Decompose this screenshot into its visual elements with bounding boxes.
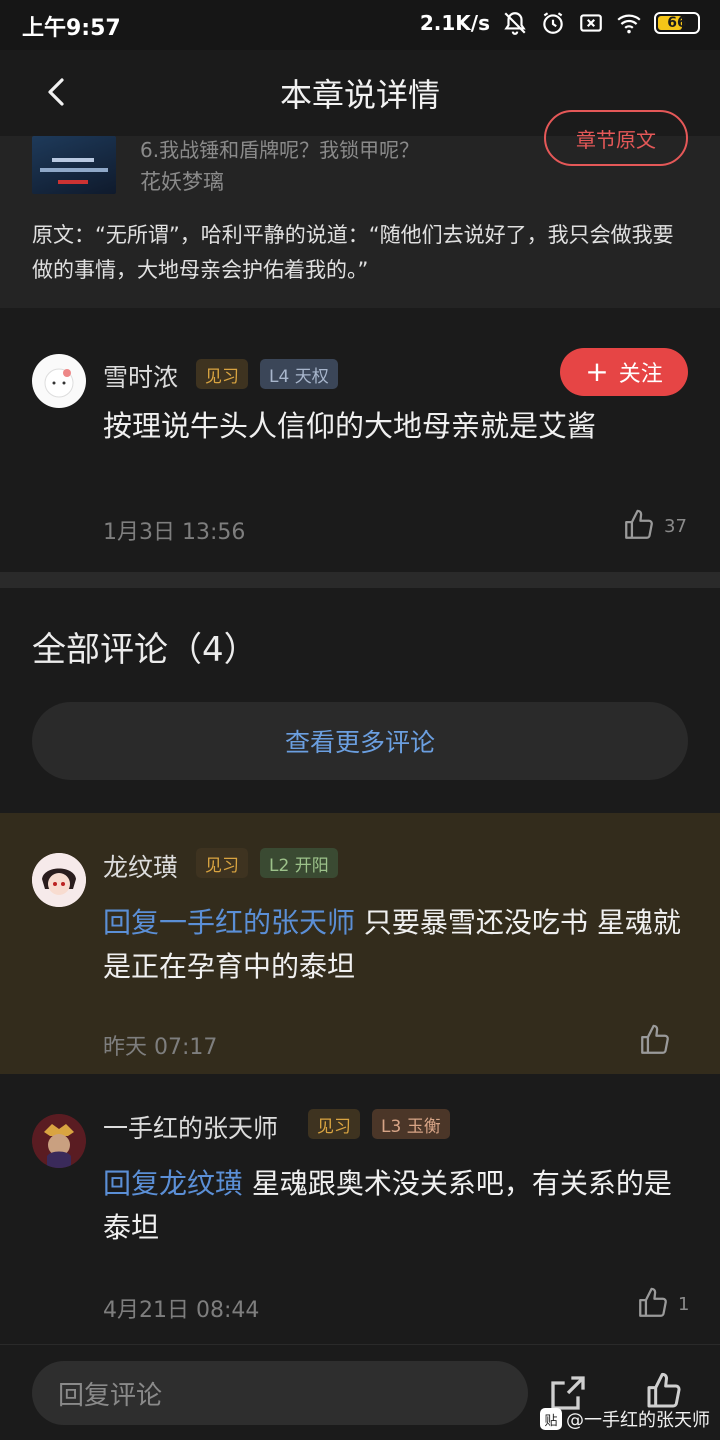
cover-logo	[58, 180, 88, 184]
like-count: 1	[678, 1294, 690, 1315]
original-text: 原文：“无所谓”，哈利平静的说道：“随他们去说好了，我只会做我要做的事情，大地母…	[32, 223, 674, 282]
cover-subtitle-line	[40, 168, 108, 172]
battery-icon: 66	[654, 12, 700, 34]
status-time: 上午9:57	[22, 16, 121, 41]
sim-off-icon	[580, 14, 602, 32]
level-badge: L2 开阳	[260, 848, 338, 878]
like-count: 37	[664, 516, 687, 537]
username[interactable]: 一手红的张天师	[103, 1109, 278, 1145]
thumbs-up-icon[interactable]	[644, 1371, 684, 1411]
comment-item: 龙纹璜 见习 L2 开阳 回复一手红的张天师 只要暴雪还没吃书 星魂就是正在孕育…	[0, 813, 720, 1074]
main-comment: 雪时浓 见习 L4 天权 + 关注 按理说牛头人信仰的大地母亲就是艾酱 1月3日…	[0, 308, 720, 572]
cover-title-line	[52, 158, 94, 162]
comment-item: 一手红的张天师 见习 L3 玉衡 回复龙纹璜 星魂跟奥术没关系吧，有关系的是泰坦…	[0, 1074, 720, 1344]
alarm-icon	[543, 12, 563, 34]
status-icons: 2.1K/s 66	[420, 10, 700, 36]
role-badge: 见习	[196, 359, 248, 389]
chapter-original-button[interactable]: 章节原文	[544, 110, 688, 166]
comment-text: 回复龙纹璜 星魂跟奥术没关系吧，有关系的是泰坦	[103, 1162, 683, 1250]
view-more-comments-button[interactable]: 查看更多评论	[32, 702, 688, 780]
battery-level: 66	[667, 15, 687, 31]
reply-to-link[interactable]: 回复龙纹璜	[103, 1167, 243, 1200]
comment-time: 1月3日 13:56	[103, 520, 246, 545]
level-badge: L3 玉衡	[372, 1109, 450, 1139]
comment-time: 4月21日 08:44	[103, 1298, 260, 1323]
reply-to-link[interactable]: 回复一手红的张天师	[103, 906, 355, 939]
bottom-bar: 回复评论 贴 @一手红的张天师	[0, 1344, 720, 1440]
level-badge: L4 天权	[260, 359, 338, 389]
book-cover[interactable]	[32, 136, 116, 194]
watermark: 贴 @一手红的张天师	[540, 1406, 710, 1432]
avatar[interactable]	[32, 1114, 86, 1168]
thumbs-up-icon[interactable]	[622, 508, 656, 542]
network-speed: 2.1K/s	[419, 11, 490, 35]
watermark-text: @一手红的张天师	[566, 1410, 710, 1431]
reply-input[interactable]: 回复评论	[32, 1361, 528, 1425]
section-divider	[0, 572, 720, 588]
source-card: 6.我战锤和盾牌呢？我锁甲呢？ 花妖梦璃 章节原文 原文：“无所谓”，哈利平静的…	[0, 110, 720, 308]
all-comments-title: 全部评论（4）	[32, 630, 258, 670]
thumbs-up-icon[interactable]	[638, 1023, 672, 1057]
comment-text: 回复一手红的张天师 只要暴雪还没吃书 星魂就是正在孕育中的泰坦	[103, 901, 683, 989]
avatar[interactable]	[32, 354, 86, 408]
chapter-title: 6.我战锤和盾牌呢？我锁甲呢？	[140, 138, 420, 162]
role-badge: 见习	[308, 1109, 360, 1139]
book-author: 花妖梦璃	[140, 170, 224, 194]
tieba-icon: 贴	[540, 1408, 562, 1430]
wifi-icon	[617, 14, 641, 34]
follow-label: 关注	[618, 362, 663, 387]
comment-text: 按理说牛头人信仰的大地母亲就是艾酱	[103, 409, 597, 443]
username[interactable]: 龙纹璜	[103, 848, 178, 884]
bell-off-icon	[504, 12, 526, 35]
avatar[interactable]	[32, 853, 86, 907]
plus-icon: +	[585, 355, 609, 388]
thumbs-up-icon[interactable]	[636, 1286, 670, 1320]
role-badge: 见习	[196, 848, 248, 878]
username[interactable]: 雪时浓	[103, 358, 178, 394]
follow-button[interactable]: + 关注	[560, 348, 688, 396]
comment-time: 昨天 07:17	[103, 1035, 218, 1060]
status-bar: 上午9:57 2.1K/s 66	[0, 0, 720, 50]
